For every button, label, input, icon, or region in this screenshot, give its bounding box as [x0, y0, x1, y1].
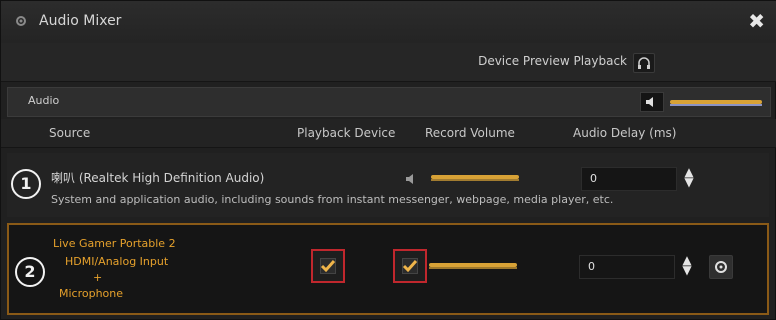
gear-icon	[16, 16, 26, 26]
audio-label: Audio	[28, 94, 60, 107]
device-preview-label: Device Preview Playback	[478, 54, 627, 68]
source-row: 1 喇叭 (Realtek High Definition Audio) Sys…	[7, 153, 769, 217]
header-source: Source	[49, 126, 91, 140]
close-button[interactable]: ✖	[748, 10, 765, 32]
source-plus-label: +	[93, 271, 103, 284]
gear-icon	[715, 261, 727, 273]
audio-delay-input[interactable]: 0	[579, 255, 675, 279]
device-preview-row: Device Preview Playback	[1, 43, 776, 82]
checkmark-icon	[320, 260, 336, 273]
audio-mixer-window: Audio Mixer ✖ Device Preview Playback Au…	[0, 0, 776, 320]
advanced-settings-button[interactable]	[709, 255, 733, 279]
column-headers: Source Playback Device Record Volume Aud…	[1, 119, 776, 148]
audio-master-row: Audio	[7, 87, 771, 117]
record-checkbox[interactable]	[393, 249, 427, 283]
window-title: Audio Mixer	[39, 13, 122, 29]
source-name: Live Gamer Portable 2	[53, 237, 176, 250]
master-volume-slider[interactable]	[670, 100, 762, 106]
record-volume-slider[interactable]	[429, 263, 517, 269]
delay-stepper[interactable]: ▲ ▼	[681, 166, 697, 191]
row-number-badge: 2	[15, 257, 45, 287]
record-volume-slider[interactable]	[431, 175, 519, 181]
title-bar: Audio Mixer ✖	[1, 1, 776, 44]
device-preview-toggle[interactable]	[633, 53, 655, 73]
headphones-icon	[638, 57, 650, 69]
speaker-mute-button[interactable]	[640, 92, 664, 112]
header-playback-device: Playback Device	[297, 126, 396, 140]
audio-delay-input[interactable]: 0	[581, 167, 677, 191]
source-mic-label: Microphone	[59, 287, 124, 300]
row-number-badge: 1	[11, 169, 41, 199]
header-record-volume: Record Volume	[425, 126, 515, 140]
volume-icon	[406, 174, 413, 184]
delay-stepper[interactable]: ▲ ▼	[679, 254, 695, 279]
playback-device-checkbox[interactable]	[311, 249, 345, 283]
header-audio-delay: Audio Delay (ms)	[573, 126, 677, 140]
source-row-highlighted: 2 Live Gamer Portable 2 HDMI/Analog Inpu…	[7, 223, 769, 315]
speaker-icon	[646, 97, 653, 107]
source-description: System and application audio, including …	[51, 193, 614, 206]
source-input-label: HDMI/Analog Input	[65, 255, 169, 268]
checkmark-icon	[402, 260, 418, 273]
source-name: 喇叭 (Realtek High Definition Audio)	[51, 171, 265, 185]
